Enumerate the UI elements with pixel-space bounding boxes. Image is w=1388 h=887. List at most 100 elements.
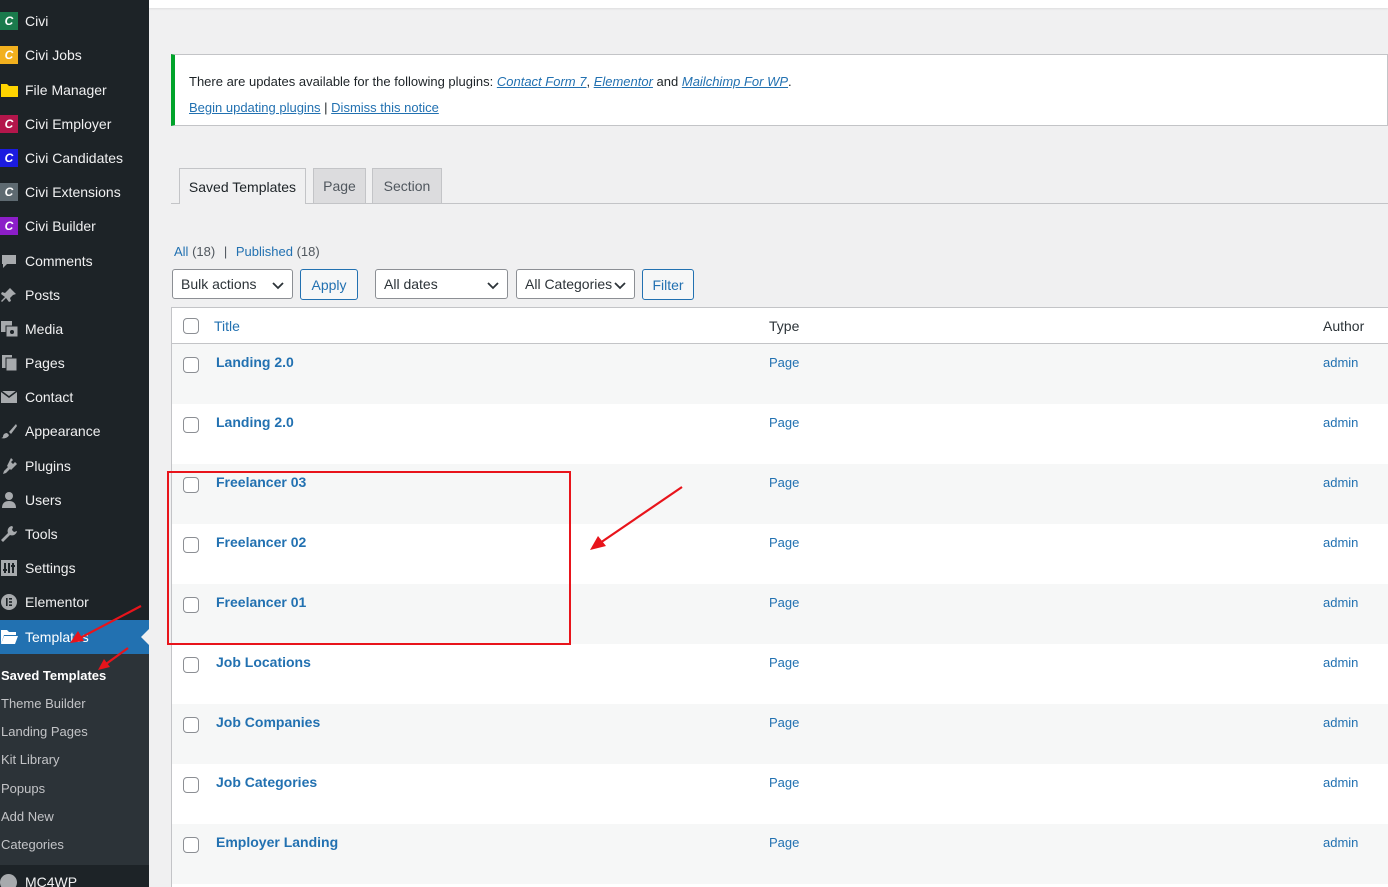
submenu-item-saved-templates[interactable]: Saved Templates bbox=[1, 668, 106, 683]
paintbrush-icon bbox=[0, 422, 18, 440]
row-author-link[interactable]: admin bbox=[1323, 535, 1358, 550]
apply-button[interactable]: Apply bbox=[300, 269, 358, 300]
submenu-item-landing-pages[interactable]: Landing Pages bbox=[1, 724, 88, 739]
sidebar-item-civi-candidates[interactable]: C Civi Candidates bbox=[0, 141, 149, 175]
view-published-link[interactable]: Published (18) bbox=[236, 244, 320, 259]
submenu-item-kit-library[interactable]: Kit Library bbox=[1, 752, 60, 767]
row-author-link[interactable]: admin bbox=[1323, 655, 1358, 670]
row-title-link[interactable]: Landing 2.0 bbox=[216, 414, 294, 430]
sidebar-item-label: Media bbox=[25, 321, 64, 337]
sidebar-item-posts[interactable]: Posts bbox=[0, 278, 149, 312]
row-author-link[interactable]: admin bbox=[1323, 415, 1358, 430]
table-row: Landing 2.0 Page admin bbox=[172, 344, 1388, 404]
plugin-link-contact-form-7[interactable]: Contact Form 7 bbox=[497, 74, 587, 89]
row-title-link[interactable]: Employer Landing bbox=[216, 834, 338, 850]
row-author-link[interactable]: admin bbox=[1323, 595, 1358, 610]
dismiss-notice-link[interactable]: Dismiss this notice bbox=[331, 100, 439, 115]
filter-button[interactable]: Filter bbox=[642, 269, 694, 300]
user-icon bbox=[0, 491, 18, 509]
row-type-link[interactable]: Page bbox=[769, 835, 799, 850]
row-type-link[interactable]: Page bbox=[769, 595, 799, 610]
sidebar-item-media[interactable]: Media bbox=[0, 312, 149, 346]
sidebar-item-civi-builder[interactable]: C Civi Builder bbox=[0, 209, 149, 243]
mc4wp-icon bbox=[0, 874, 17, 887]
row-type-link[interactable]: Page bbox=[769, 775, 799, 790]
sidebar-item-label: Civi Builder bbox=[25, 218, 96, 234]
sidebar-item-civi-employer[interactable]: C Civi Employer bbox=[0, 107, 149, 141]
notice-message: There are updates available for the foll… bbox=[189, 74, 792, 89]
sidebar-item-file-manager[interactable]: File Manager bbox=[0, 73, 149, 107]
sidebar-item-templates[interactable]: Templates bbox=[0, 620, 149, 654]
column-author-header: Author bbox=[1323, 318, 1365, 334]
media-icon bbox=[0, 320, 18, 338]
sidebar-item-civi[interactable]: C Civi bbox=[0, 4, 149, 38]
sidebar-item-civi-extensions[interactable]: C Civi Extensions bbox=[0, 175, 149, 209]
sidebar-item-users[interactable]: Users bbox=[0, 483, 149, 517]
row-title-link[interactable]: Job Companies bbox=[216, 714, 320, 730]
row-author-link[interactable]: admin bbox=[1323, 355, 1358, 370]
civi-logo-icon: C bbox=[0, 12, 18, 30]
sidebar-item-tools[interactable]: Tools bbox=[0, 517, 149, 551]
row-type-link[interactable]: Page bbox=[769, 415, 799, 430]
plugin-update-notice: There are updates available for the foll… bbox=[171, 54, 1388, 126]
tab-saved-templates[interactable]: Saved Templates bbox=[179, 168, 306, 204]
sidebar-item-label: Comments bbox=[25, 253, 93, 269]
tab-page[interactable]: Page bbox=[313, 168, 366, 203]
sidebar-item-label: File Manager bbox=[25, 82, 107, 98]
wrench-icon bbox=[0, 525, 18, 543]
sidebar-item-elementor[interactable]: Elementor bbox=[0, 585, 149, 619]
sidebar-item-contact[interactable]: Contact bbox=[0, 380, 149, 414]
categories-filter-select[interactable]: All Categories bbox=[516, 269, 635, 299]
row-type-link[interactable]: Page bbox=[769, 535, 799, 550]
plugin-icon bbox=[0, 457, 18, 475]
row-author-link[interactable]: admin bbox=[1323, 715, 1358, 730]
current-menu-arrow bbox=[141, 629, 149, 645]
row-title-link[interactable]: Job Locations bbox=[216, 654, 311, 670]
comment-icon bbox=[0, 252, 18, 270]
row-type-link[interactable]: Page bbox=[769, 655, 799, 670]
row-checkbox[interactable] bbox=[183, 657, 199, 673]
row-author-link[interactable]: admin bbox=[1323, 835, 1358, 850]
row-author-link[interactable]: admin bbox=[1323, 775, 1358, 790]
row-type-link[interactable]: Page bbox=[769, 355, 799, 370]
settings-icon bbox=[0, 559, 18, 577]
select-all-checkbox[interactable] bbox=[183, 318, 199, 334]
submenu-item-add-new[interactable]: Add New bbox=[1, 809, 54, 824]
row-checkbox[interactable] bbox=[183, 837, 199, 853]
sidebar-item-appearance[interactable]: Appearance bbox=[0, 414, 149, 448]
sidebar-item-settings[interactable]: Settings bbox=[0, 551, 149, 585]
sidebar-item-plugins[interactable]: Plugins bbox=[0, 449, 149, 483]
bulk-actions-select[interactable]: Bulk actions bbox=[172, 269, 293, 299]
sidebar-item-mc4wp[interactable]: MC4WP bbox=[0, 865, 149, 887]
row-checkbox[interactable] bbox=[183, 777, 199, 793]
submenu-item-categories[interactable]: Categories bbox=[1, 837, 64, 852]
row-checkbox[interactable] bbox=[183, 357, 199, 373]
plugin-link-elementor[interactable]: Elementor bbox=[594, 74, 653, 89]
tab-section[interactable]: Section bbox=[372, 168, 442, 203]
row-title-link[interactable]: Job Categories bbox=[216, 774, 317, 790]
table-row: Job Locations Page admin bbox=[172, 644, 1388, 704]
row-checkbox[interactable] bbox=[183, 417, 199, 433]
view-all-link[interactable]: All (18) bbox=[174, 244, 215, 259]
row-author-link[interactable]: admin bbox=[1323, 475, 1358, 490]
begin-updating-link[interactable]: Begin updating plugins bbox=[189, 100, 321, 115]
row-title-link[interactable]: Landing 2.0 bbox=[216, 354, 294, 370]
submenu-item-theme-builder[interactable]: Theme Builder bbox=[1, 696, 86, 711]
civi-logo-icon: C bbox=[0, 183, 18, 201]
submenu-item-popups[interactable]: Popups bbox=[1, 781, 45, 796]
row-checkbox[interactable] bbox=[183, 717, 199, 733]
sidebar-item-comments[interactable]: Comments bbox=[0, 244, 149, 278]
sidebar-item-label: Civi Employer bbox=[25, 116, 112, 132]
plugin-link-mailchimp[interactable]: Mailchimp For WP bbox=[682, 74, 788, 89]
dates-filter-select[interactable]: All dates bbox=[375, 269, 508, 299]
sidebar-item-label: Settings bbox=[25, 560, 76, 576]
sidebar-item-label: Appearance bbox=[25, 423, 101, 439]
sidebar-item-civi-jobs[interactable]: C Civi Jobs bbox=[0, 38, 149, 72]
sidebar-item-label: Posts bbox=[25, 287, 61, 303]
row-type-link[interactable]: Page bbox=[769, 715, 799, 730]
sidebar-item-label: Users bbox=[25, 492, 62, 508]
sidebar-item-pages[interactable]: Pages bbox=[0, 346, 149, 380]
column-title-header[interactable]: Title bbox=[214, 318, 240, 334]
civi-logo-icon: C bbox=[0, 46, 18, 64]
row-type-link[interactable]: Page bbox=[769, 475, 799, 490]
